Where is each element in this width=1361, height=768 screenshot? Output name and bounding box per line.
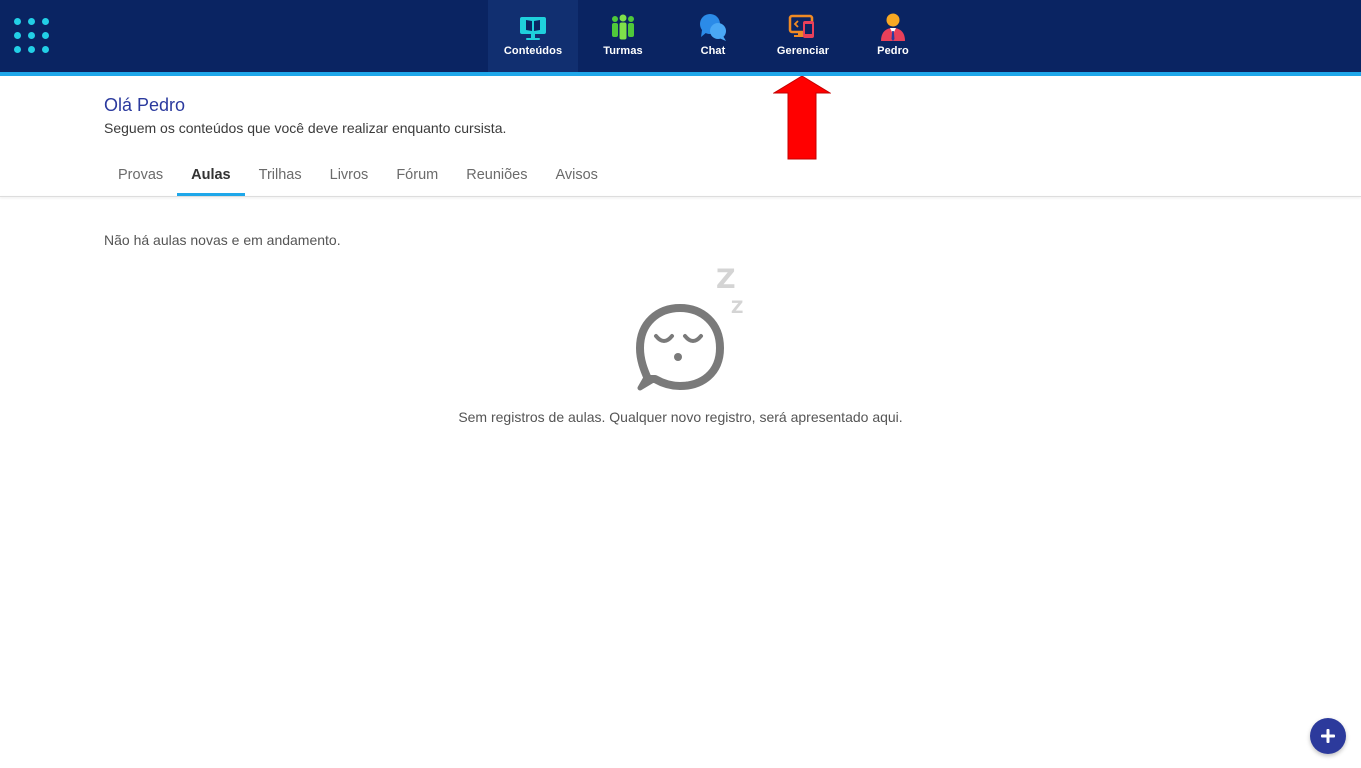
tab-aulas[interactable]: Aulas (177, 158, 245, 196)
tab-trilhas[interactable]: Trilhas (245, 158, 316, 196)
nav-item-turmas[interactable]: Turmas (578, 0, 668, 72)
nav-item-gerenciar[interactable]: Gerenciar (758, 0, 848, 72)
tab-provas[interactable]: Provas (104, 158, 177, 196)
add-floating-button[interactable] (1310, 718, 1346, 754)
main-nav: Conteúdos Turmas Chat Gerenciar Pedro (488, 0, 938, 72)
chat-bubbles-icon (700, 14, 726, 41)
nav-label: Chat (700, 45, 726, 57)
topbar-accent-stripe (0, 72, 1361, 76)
red-arrow-annotation (773, 76, 831, 160)
tabs-divider (0, 196, 1361, 197)
tab-avisos[interactable]: Avisos (541, 158, 611, 196)
nav-item-profile[interactable]: Pedro (848, 0, 938, 72)
content-tabs: Provas Aulas Trilhas Livros Fórum Reuniõ… (104, 158, 612, 196)
manage-devices-icon (788, 14, 814, 38)
monitor-book-icon (520, 17, 546, 40)
nav-item-conteudos[interactable]: Conteúdos (488, 0, 578, 72)
page-subtitle: Seguem os conteúdos que você deve realiz… (104, 120, 507, 136)
nav-label: Pedro (877, 45, 909, 57)
nav-item-chat[interactable]: Chat (668, 0, 758, 72)
greeting-user-name: Pedro (137, 95, 186, 115)
user-avatar-icon (881, 13, 905, 41)
plus-icon (1321, 729, 1335, 743)
apps-grid-icon[interactable] (14, 18, 52, 54)
greeting-prefix: Olá (104, 95, 133, 115)
page-greeting: Olá Pedro (104, 95, 185, 116)
group-people-icon (612, 14, 634, 40)
nav-label: Turmas (603, 45, 643, 57)
nav-label: Conteúdos (503, 45, 563, 57)
top-navigation-bar: Conteúdos Turmas Chat Gerenciar Pedro (0, 0, 1361, 72)
nav-label: Gerenciar (776, 45, 830, 57)
sleeping-chat-icon: Z Z (636, 264, 743, 391)
tab-forum[interactable]: Fórum (382, 158, 452, 196)
empty-state-text: Sem registros de aulas. Qualquer novo re… (458, 409, 903, 425)
no-lessons-message: Não há aulas novas e em andamento. (104, 232, 341, 248)
sleep-z-small: Z (731, 298, 743, 318)
tab-reunioes[interactable]: Reuniões (452, 158, 541, 196)
sleep-z-large: Z (716, 264, 736, 295)
tab-livros[interactable]: Livros (316, 158, 383, 196)
